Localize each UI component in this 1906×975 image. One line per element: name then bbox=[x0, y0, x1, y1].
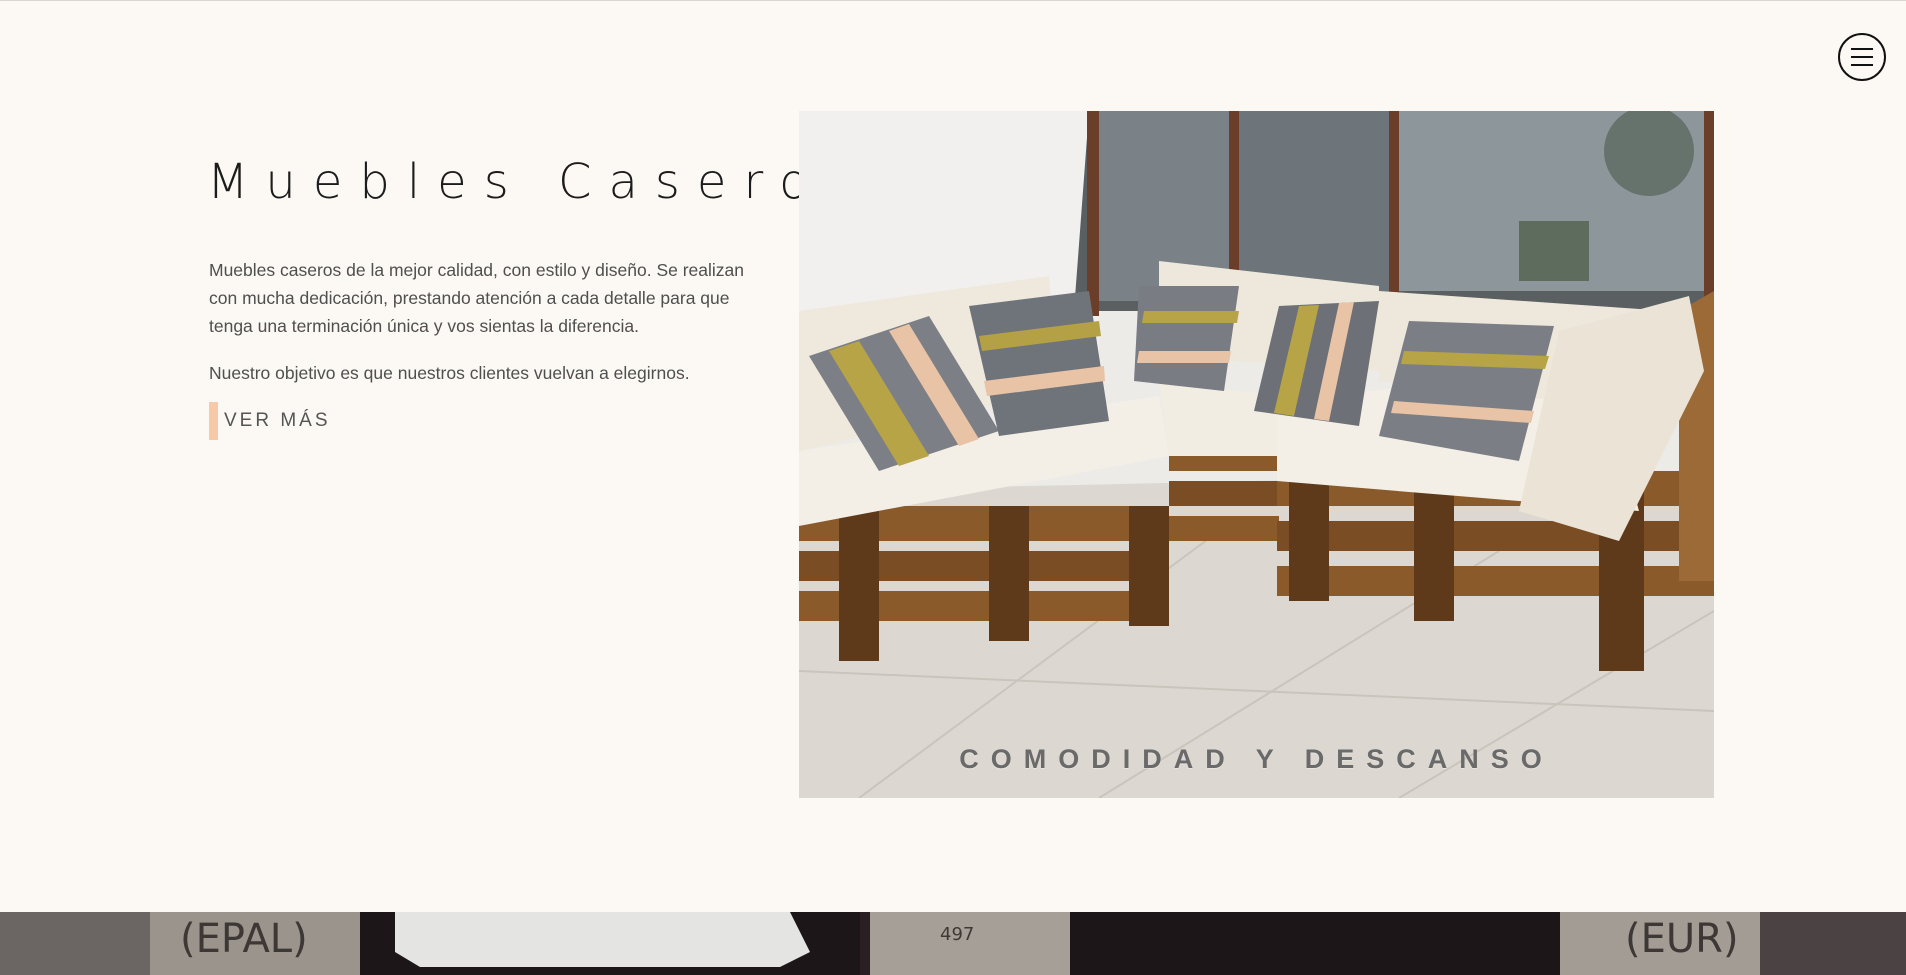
top-border bbox=[0, 0, 1906, 1]
stamp-left: (EPAL) bbox=[180, 916, 308, 962]
image-caption: COMODIDAD Y DESCANSO bbox=[959, 744, 1554, 774]
feature-image: COMODIDAD Y DESCANSO bbox=[799, 111, 1714, 798]
stamp-center: 497 bbox=[940, 924, 974, 945]
bottom-pallet-banner: (EPAL) 497 (EUR) bbox=[0, 912, 1906, 975]
button-accent-bar bbox=[209, 402, 218, 440]
ver-mas-button[interactable]: VER MÁS bbox=[209, 402, 331, 440]
sofa-photo bbox=[799, 111, 1714, 798]
hero-objective: Nuestro objetivo es que nuestros cliente… bbox=[209, 363, 690, 383]
ver-mas-label: VER MÁS bbox=[224, 410, 331, 431]
pillow-3 bbox=[1134, 286, 1239, 391]
stamp-right: (EUR) bbox=[1625, 916, 1739, 962]
hero-description: Muebles caseros de la mejor calidad, con… bbox=[209, 260, 745, 336]
hero-title: Muebles Caseros bbox=[207, 154, 868, 210]
menu-button[interactable] bbox=[1838, 33, 1886, 81]
